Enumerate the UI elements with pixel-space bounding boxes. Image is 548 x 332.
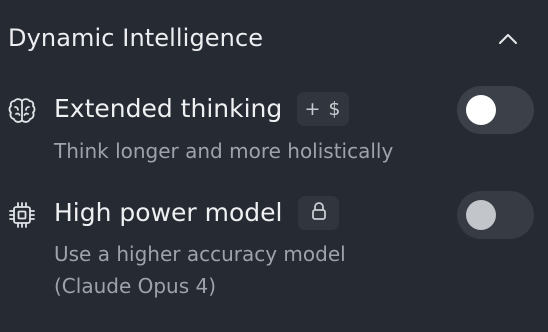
setting-description: Use a higher accuracy model (Claude Opus…: [54, 238, 434, 302]
dynamic-intelligence-panel: Dynamic Intelligence Extended thinking +…: [0, 0, 548, 332]
toggle-knob: [466, 95, 496, 125]
setting-title: Extended thinking: [54, 94, 283, 123]
lock-icon: [311, 201, 327, 226]
extended-thinking-toggle[interactable]: [457, 86, 534, 134]
setting-title: High power model: [54, 198, 283, 227]
description-line: (Claude Opus 4): [54, 274, 217, 298]
toggle-knob: [466, 200, 496, 230]
lock-badge: [298, 196, 339, 230]
setting-high-power-model: High power model Use a higher accuracy m…: [0, 188, 548, 308]
chip-icon: [7, 200, 37, 230]
section-header[interactable]: Dynamic Intelligence: [0, 0, 548, 78]
chevron-up-icon[interactable]: [494, 25, 522, 53]
section-title: Dynamic Intelligence: [8, 24, 264, 52]
setting-extended-thinking: Extended thinking + $ Think longer and m…: [0, 84, 548, 174]
cost-badge: + $: [297, 92, 349, 126]
setting-description: Think longer and more holistically: [54, 139, 394, 163]
description-line: Use a higher accuracy model: [54, 242, 346, 266]
brain-icon: [7, 96, 37, 126]
high-power-model-toggle[interactable]: [457, 191, 534, 239]
